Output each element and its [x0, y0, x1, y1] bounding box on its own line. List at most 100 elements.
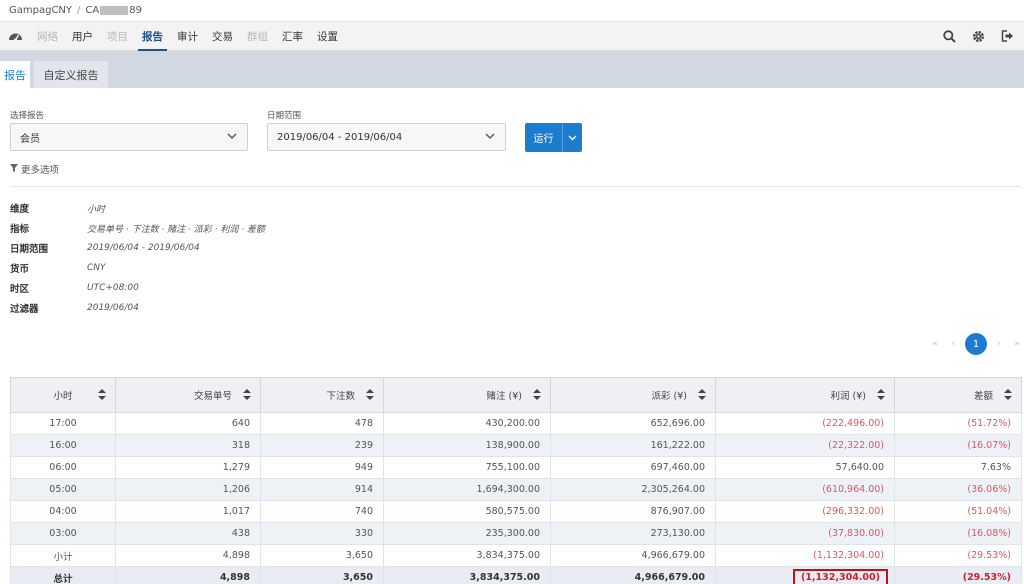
next-page-button[interactable]: ›: [990, 339, 1008, 349]
breadcrumb-root[interactable]: GampagCNY: [9, 5, 72, 16]
nav-item-1[interactable]: 用户: [65, 22, 100, 50]
sort-icon[interactable]: [98, 389, 106, 403]
breadcrumb-current-prefix: CA: [85, 5, 100, 16]
table-cell: 4,898: [115, 566, 261, 584]
redacted-mask: [100, 5, 129, 15]
column-header-label: 交易单号: [193, 391, 232, 402]
breadcrumb-current: CA 89: [85, 5, 142, 16]
table-row: 17:00 640 478 430,200.00 652,696.00 (222,496.…: [10, 412, 1022, 435]
report-table: 小时 交易单号 下注数 赌注 (¥) 派彩 (¥) 利润 (¥) 差额 17:00 640 47…: [10, 377, 1022, 584]
table-cell: (37,830.00): [715, 522, 895, 545]
column-header-label: 差额: [973, 391, 993, 402]
column-header-label: 利润 (¥): [830, 391, 866, 402]
table-cell: (22,322.00): [715, 434, 895, 457]
table-row: 03:00 438 330 235,300.00 273,130.00 (37,830.0…: [10, 522, 1022, 545]
sort-icon[interactable]: [366, 389, 374, 403]
report-select-value: 会员: [20, 133, 40, 145]
column-header[interactable]: 交易单号: [115, 377, 261, 413]
nav-item-8[interactable]: 设置: [310, 22, 345, 50]
date-range-value: 2019/06/04 - 2019/06/04: [277, 131, 403, 143]
nav-items: 网络 用户 项目 报告 审计 交易 群组 汇率 设置: [30, 22, 345, 51]
nav-item-4[interactable]: 审计: [170, 22, 205, 50]
tab-reports[interactable]: 报告: [0, 61, 30, 88]
summary-row: 时区 UTC+08:00: [10, 281, 139, 295]
table-cell: 04:00: [10, 500, 116, 523]
table-cell: 1,279: [115, 456, 261, 479]
nav-item-7[interactable]: 汇率: [275, 22, 310, 50]
table-row: 06:00 1,279 949 755,100.00 697,460.00 57,640.…: [10, 456, 1022, 479]
breadcrumb-current-suffix: 89: [129, 5, 142, 16]
table-cell: 1,694,300.00: [383, 478, 551, 501]
run-options-dropdown[interactable]: [563, 123, 582, 152]
table-cell: 57,640.00: [715, 456, 895, 479]
nav-item-6[interactable]: 群组: [240, 22, 275, 50]
summary-row: 维度 小时: [10, 201, 105, 215]
nav-item-0[interactable]: 网络: [30, 22, 65, 50]
run-button[interactable]: 运行: [525, 123, 563, 152]
table-cell: 1,206: [115, 478, 261, 501]
column-header[interactable]: 利润 (¥): [715, 377, 895, 413]
nav-item-5[interactable]: 交易: [205, 22, 240, 50]
more-options-toggle[interactable]: 更多选项: [10, 162, 59, 176]
prev-page-button[interactable]: ‹: [944, 339, 962, 349]
table-cell: 273,130.00: [550, 522, 716, 545]
first-page-button[interactable]: «: [926, 339, 944, 349]
main-nav: 网络 用户 项目 报告 审计 交易 群组 汇率 设置: [0, 22, 1024, 51]
table-cell: 914: [260, 478, 384, 501]
report-select[interactable]: 会员: [10, 123, 248, 151]
breadcrumb-separator: /: [77, 5, 81, 16]
table-cell: 小计: [10, 544, 116, 567]
sort-icon[interactable]: [698, 389, 706, 403]
sort-icon[interactable]: [533, 389, 541, 403]
table-cell: (16.08%): [894, 522, 1022, 545]
tab-custom-reports[interactable]: 自定义报告: [34, 61, 108, 88]
table-cell: (36.06%): [894, 478, 1022, 501]
search-icon[interactable]: [941, 28, 957, 44]
gear-icon[interactable]: [970, 28, 986, 44]
summary-key: 时区: [10, 284, 30, 295]
more-options-label: 更多选项: [21, 165, 60, 176]
column-header[interactable]: 下注数: [260, 377, 384, 413]
logout-icon[interactable]: [999, 28, 1015, 44]
chevron-down-icon: [568, 131, 577, 144]
dashboard-icon[interactable]: [0, 22, 30, 50]
sort-icon[interactable]: [877, 389, 885, 403]
column-header-label: 小时: [53, 391, 73, 402]
date-range-select[interactable]: 2019/06/04 - 2019/06/04: [267, 123, 506, 151]
last-page-button[interactable]: »: [1008, 339, 1024, 349]
table-cell: (29.53%): [894, 566, 1022, 584]
column-header-label: 派彩 (¥): [651, 391, 687, 402]
table-cell: 652,696.00: [550, 412, 716, 435]
sort-icon[interactable]: [1004, 389, 1012, 403]
table-cell: 949: [260, 456, 384, 479]
summary-row: 日期范围 2019/06/04 - 2019/06/04: [10, 241, 200, 255]
report-tabs: 报告 自定义报告: [0, 51, 1024, 88]
column-header[interactable]: 小时: [10, 377, 116, 413]
sort-icon[interactable]: [243, 389, 251, 403]
table-cell: (51.04%): [894, 500, 1022, 523]
column-header-label: 下注数: [326, 391, 355, 402]
highlighted-total-profit: (1,132,304.00): [792, 569, 888, 584]
table-cell: 876,907.00: [550, 500, 716, 523]
table-row: 05:00 1,206 914 1,694,300.00 2,305,264.00 (61…: [10, 478, 1022, 501]
summary-key: 维度: [10, 204, 30, 215]
summary-key: 指标: [10, 224, 30, 235]
nav-item-3[interactable]: 报告: [135, 22, 170, 51]
table-cell: (1,132,304.00): [715, 544, 895, 567]
table-cell: 3,834,375.00: [383, 566, 551, 584]
total-row: 总计 4,898 3,650 3,834,375.00 4,966,679.00 (1,1…: [10, 566, 1022, 584]
table-cell: (51.72%): [894, 412, 1022, 435]
filter-icon: [10, 163, 18, 175]
current-page-button[interactable]: 1: [965, 333, 987, 355]
table-cell: (296,332.00): [715, 500, 895, 523]
column-header[interactable]: 赌注 (¥): [383, 377, 551, 413]
table-cell: (222,496.00): [715, 412, 895, 435]
table-cell: 740: [260, 500, 384, 523]
summary-row: 货币 CNY: [10, 261, 106, 275]
summary-key: 日期范围: [10, 244, 49, 255]
nav-item-2[interactable]: 项目: [100, 22, 135, 50]
column-header[interactable]: 派彩 (¥): [550, 377, 716, 413]
table-cell: 4,966,679.00: [550, 566, 716, 584]
column-header[interactable]: 差额: [894, 377, 1022, 413]
summary-value: 交易单号 · 下注数 · 赌注 · 派彩 · 利润 · 差额: [87, 224, 265, 235]
